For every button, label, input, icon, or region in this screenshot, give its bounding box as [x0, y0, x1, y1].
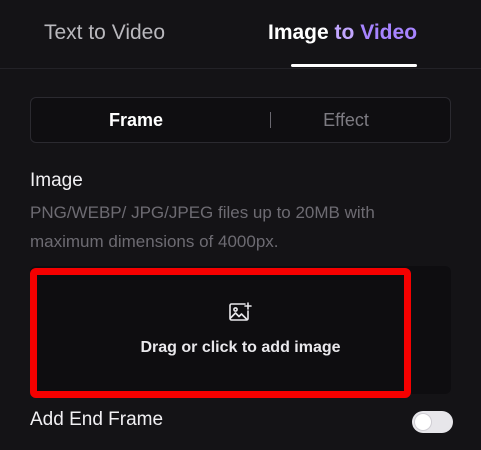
tab-image-to-video-word-video: Video — [360, 21, 418, 44]
toggle-knob — [415, 414, 431, 430]
tab-text-to-video[interactable]: Text to Video — [44, 18, 165, 48]
image-to-video-panel: Text to Video Image to Video Frame Effec… — [0, 0, 481, 450]
image-section-description: PNG/WEBP/ JPG/JPEG files up to 20MB with… — [30, 203, 375, 251]
image-upload-icon — [229, 302, 252, 321]
tab-image-to-video[interactable]: Image to Video — [268, 18, 417, 48]
segment-frame[interactable]: Frame — [31, 98, 241, 142]
frame-effect-switch: Frame Effect — [30, 97, 451, 143]
image-section-title: Image — [30, 170, 83, 191]
image-upload-dropzone[interactable] — [30, 268, 411, 398]
tab-image-to-video-word-to: to — [334, 21, 355, 44]
add-end-frame-toggle[interactable] — [412, 411, 453, 433]
active-tab-indicator — [291, 64, 417, 67]
add-end-frame-label: Add End Frame — [30, 409, 164, 430]
upload-instruction-text: Drag or click to add image — [140, 339, 341, 356]
mode-tabs: Text to Video Image to Video — [0, 0, 481, 69]
tab-image-to-video-word-image: Image — [268, 21, 329, 44]
segment-effect[interactable]: Effect — [241, 98, 451, 142]
